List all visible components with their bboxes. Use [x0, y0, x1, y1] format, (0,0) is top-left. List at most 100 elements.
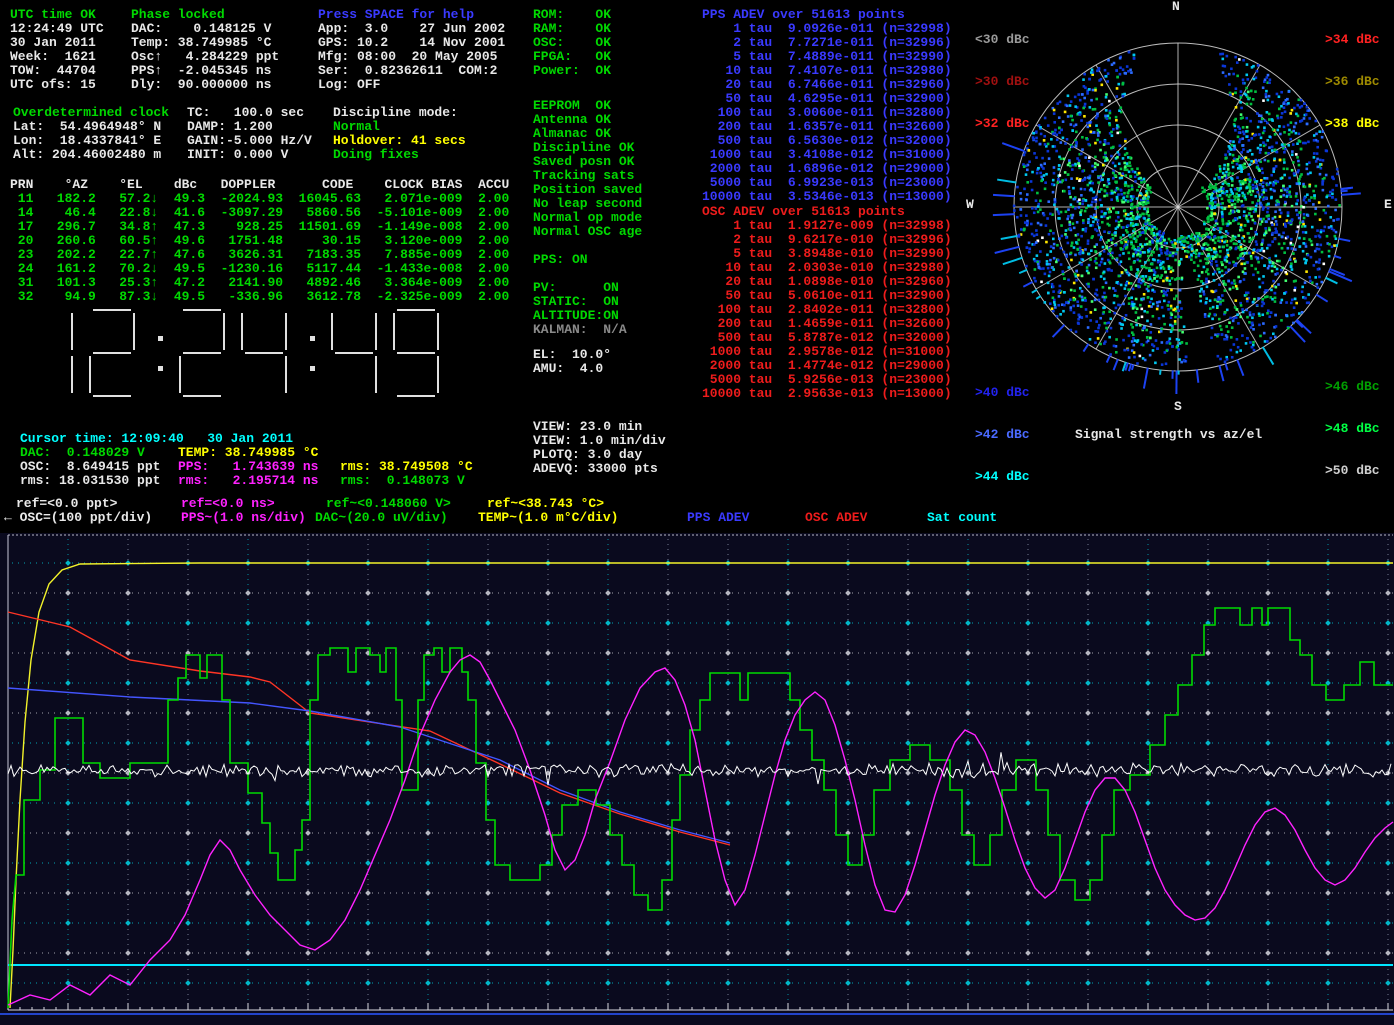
text-line: 10000 tau 3.5346e-013 (n=13000)	[702, 190, 952, 204]
text-line: Normal op mode	[533, 211, 642, 225]
lady-heather-screen: { "utc": {"title":"UTC time OK","lines":…	[0, 0, 1394, 1025]
text-line: 200 tau 1.4659e-011 (n=32600)	[702, 317, 952, 331]
temp-rms: rms: 38.749508 °C	[340, 460, 473, 474]
holdover-status: Holdover: 41 secs	[333, 134, 466, 148]
version-block: App: 3.0 27 Jun 2002GPS: 10.2 14 Nov 200…	[318, 22, 505, 92]
text-line: 1000 tau 2.9578e-012 (n=31000)	[702, 345, 952, 359]
polar-north-label: N	[1172, 0, 1180, 14]
dbc-entry: >32 dBc	[975, 117, 1030, 131]
dbc-legend-top-left: <30 dBc >30 dBc >32 dBc	[975, 5, 1030, 145]
text-line: Power: OK	[533, 64, 611, 78]
text-line: Tracking sats	[533, 169, 642, 183]
text-line: 500 tau 5.8787e-012 (n=32000)	[702, 331, 952, 345]
discipline-title: Discipline mode:	[333, 106, 458, 120]
text-line: 30 Jan 2011	[10, 36, 104, 50]
dbc-entry: >44 dBc	[975, 470, 1030, 484]
cursor-pps: PPS: 1.743639 ns	[178, 460, 318, 474]
text-line: INIT: 0.000 V	[187, 148, 312, 162]
text-line: 2 tau 9.6217e-010 (n=32996)	[702, 233, 952, 247]
text-line: VIEW: 23.0 min	[533, 420, 666, 434]
text-line: Week: 1621	[10, 50, 104, 64]
text-line: 2000 tau 1.6896e-012 (n=29000)	[702, 162, 952, 176]
text-line: Position saved	[533, 183, 642, 197]
text-line: DAC: 0.148125 V	[131, 22, 279, 36]
text-line: 5 tau 7.4889e-011 (n=32990)	[702, 50, 952, 64]
text-line: UTC ofs: 15	[10, 78, 104, 92]
text-line: 23 202.2 22.7↑ 47.6 3626.31 7183.35 7.88…	[10, 248, 509, 262]
text-line: Lat: 54.4964948° N	[13, 120, 161, 134]
mode-block: PV: ONSTATIC: ONALTITUDE:ON	[533, 281, 619, 323]
text-line: Mfg: 08:00 20 May 2005	[318, 50, 505, 64]
sat-table-header: PRN °AZ °EL dBc DOPPLER CODE CLOCK BIAS …	[10, 178, 509, 192]
osc-rms: rms: 18.031530 ppt	[20, 474, 160, 488]
text-line: 500 tau 6.5630e-012 (n=32000)	[702, 134, 952, 148]
dbc-entry: >40 dBc	[975, 386, 1030, 400]
text-line: Antenna OK	[533, 113, 642, 127]
text-line: 31 101.3 25.3↑ 47.2 2141.90 4892.46 3.36…	[10, 276, 509, 290]
elevation-mask: EL: 10.0°	[533, 348, 611, 362]
kalman-state: KALMAN: N/A	[533, 323, 627, 337]
dbc-entry: >42 dBc	[975, 428, 1030, 442]
cursor-temp: TEMP: 38.749985 °C	[178, 446, 318, 460]
text-line: Normal OSC age	[533, 225, 642, 239]
pps-scale: PPS~(1.0 ns/div)	[181, 511, 306, 525]
text-line: PV: ON	[533, 281, 619, 295]
view-block: VIEW: 23.0 minVIEW: 1.0 min/divPLOTQ: 3.…	[533, 420, 666, 476]
text-line: 10 tau 7.4107e-011 (n=32980)	[702, 64, 952, 78]
text-line: 5000 tau 5.9256e-013 (n=23000)	[702, 373, 952, 387]
text-line: 10 tau 2.0303e-010 (n=32980)	[702, 261, 952, 275]
utc-time-block: 12:24:49 UTC30 Jan 2011Week: 1621TOW: 44…	[10, 22, 104, 92]
dac-rms: rms: 0.148073 V	[340, 474, 465, 488]
overdetermined-title: Overdetermined clock	[13, 106, 169, 120]
dbc-entry: >50 dBc	[1325, 464, 1380, 478]
temp-scale: TEMP~(1.0 m°C/div)	[478, 511, 618, 525]
loop-params-block: TC: 100.0 secDAMP: 1.200GAIN:-5.000 Hz/V…	[187, 106, 312, 162]
sat-table-rows: 11 182.2 57.2↓ 49.3 -2024.93 16045.63 2.…	[10, 192, 509, 304]
text-line: 5000 tau 6.9923e-013 (n=23000)	[702, 176, 952, 190]
osc-adev-legend: OSC ADEV	[805, 511, 867, 525]
text-line: Dly: 90.000000 ns	[131, 78, 279, 92]
text-line: App: 3.0 27 Jun 2002	[318, 22, 505, 36]
text-line: GAIN:-5.000 Hz/V	[187, 134, 312, 148]
text-line: 20 260.6 60.5↑ 49.6 1751.48 30.15 3.120e…	[10, 234, 509, 248]
pps-state: PPS: ON	[533, 253, 588, 267]
phase-status-title: Phase locked	[131, 8, 225, 22]
strip-chart	[0, 533, 1394, 1025]
dac-scale: DAC~(20.0 uV/div)	[315, 511, 448, 525]
text-line: 50 tau 4.6295e-011 (n=32900)	[702, 92, 952, 106]
text-line: 2000 tau 1.4774e-012 (n=29000)	[702, 359, 952, 373]
text-line: Saved posn OK	[533, 155, 642, 169]
pps-ref: ref=<0.0 ns>	[181, 497, 275, 511]
osc-adev-rows: 1 tau 1.9127e-009 (n=32998) 2 tau 9.6217…	[702, 219, 952, 401]
amu-mask: AMU: 4.0	[533, 362, 603, 376]
text-line: STATIC: ON	[533, 295, 619, 309]
text-line: VIEW: 1.0 min/div	[533, 434, 666, 448]
dbc-entry: <30 dBc	[975, 33, 1030, 47]
text-line: 100 tau 3.0060e-011 (n=32800)	[702, 106, 952, 120]
text-line: 5 tau 3.8948e-010 (n=32990)	[702, 247, 952, 261]
text-line: TC: 100.0 sec	[187, 106, 312, 120]
dbc-legend-bottom-right: >46 dBc >48 dBc >50 dBc	[1325, 352, 1380, 492]
dbc-entry: >34 dBc	[1325, 33, 1380, 47]
text-line: 100 tau 2.8402e-011 (n=32800)	[702, 303, 952, 317]
text-line: FPGA: OK	[533, 50, 611, 64]
text-line: Discipline OK	[533, 141, 642, 155]
text-line: Alt: 204.46002480 m	[13, 148, 161, 162]
text-line: GPS: 10.2 14 Nov 2001	[318, 36, 505, 50]
text-line: Almanac OK	[533, 127, 642, 141]
text-line: 11 182.2 57.2↓ 49.3 -2024.93 16045.63 2.…	[10, 192, 509, 206]
polar-west-label: W	[966, 198, 974, 212]
text-line: 14 46.4 22.8↓ 41.6 -3097.29 5860.56 -5.1…	[10, 206, 509, 220]
dbc-entry: >48 dBc	[1325, 422, 1380, 436]
text-line: ALTITUDE:ON	[533, 309, 619, 323]
utc-status-title: UTC time OK	[10, 8, 96, 22]
selftest-block: ROM: OKRAM: OKOSC: OKFPGA: OKPower: OK	[533, 8, 611, 78]
polar-east-label: E	[1384, 198, 1392, 212]
text-line: 12:24:49 UTC	[10, 22, 104, 36]
text-line: DAMP: 1.200	[187, 120, 312, 134]
dac-ref: ref~<0.148060 V>	[326, 497, 451, 511]
text-line: Osc↑ 4.284229 ppt	[131, 50, 279, 64]
discipline-mode: Normal	[333, 120, 380, 134]
pps-adev-title: PPS ADEV over 51613 points	[702, 8, 905, 22]
temp-ref: ref~<38.743 °C>	[487, 497, 604, 511]
